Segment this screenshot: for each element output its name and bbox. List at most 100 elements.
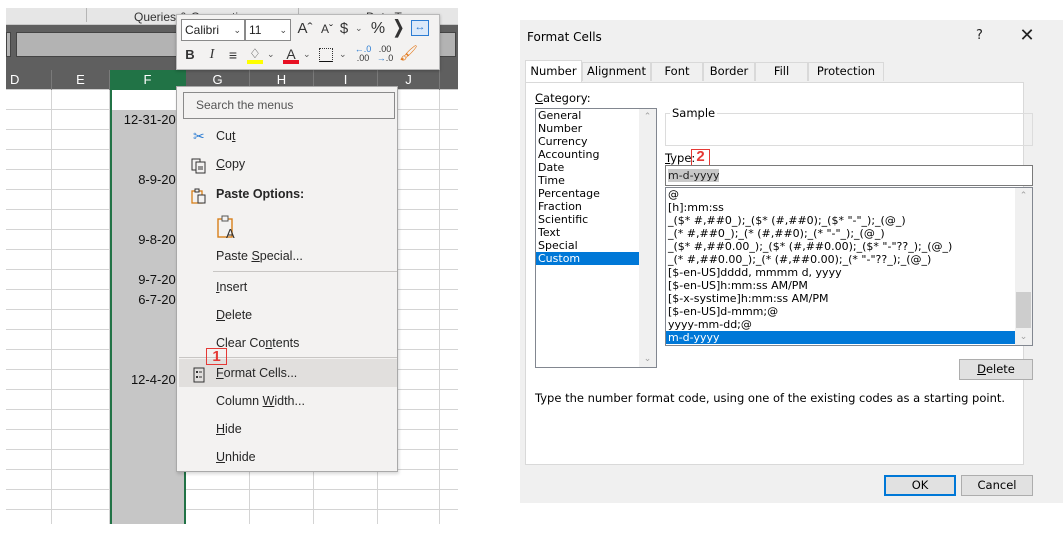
format-painter-icon[interactable]: 🖌 — [399, 44, 418, 64]
cell[interactable] — [440, 150, 458, 170]
cell-f[interactable] — [110, 390, 186, 410]
delete-button[interactable]: Delete — [959, 359, 1033, 380]
category-item[interactable]: Date — [536, 161, 639, 174]
cell[interactable] — [52, 390, 110, 410]
cell[interactable] — [440, 170, 458, 190]
cell[interactable] — [440, 230, 458, 250]
cell-f[interactable] — [110, 190, 186, 210]
format-code-list[interactable]: @ [h]:mm:ss _($* #,##0_);_($* (#,##0);_($*… — [665, 187, 1033, 346]
cell-f[interactable]: 12-4-202 — [110, 370, 186, 390]
cell[interactable] — [52, 490, 110, 510]
cell[interactable] — [52, 410, 110, 430]
decrease-font-size-button[interactable]: Aˇ — [317, 19, 337, 39]
cell[interactable] — [52, 270, 110, 290]
cell[interactable] — [186, 490, 250, 510]
decrease-decimal-icon[interactable]: .00 →.0 — [375, 45, 395, 65]
cell[interactable] — [6, 130, 52, 150]
cell-f[interactable] — [110, 430, 186, 450]
category-item[interactable]: Time — [536, 174, 639, 187]
cell[interactable] — [52, 190, 110, 210]
cell[interactable] — [440, 410, 458, 430]
type-input[interactable]: m-d-yyyy — [665, 165, 1033, 186]
cell[interactable] — [6, 490, 52, 510]
cell[interactable] — [52, 230, 110, 250]
chevron-down-icon[interactable]: ⌄ — [1015, 329, 1032, 345]
category-item[interactable]: Special — [536, 239, 639, 252]
category-list[interactable]: General Number Currency Accounting Date Time P… — [535, 108, 657, 368]
tab-protection[interactable]: Protection — [808, 62, 884, 81]
column-header-e[interactable]: E — [52, 70, 110, 90]
cell-f[interactable]: 9-7-202 — [110, 270, 186, 290]
tab-fill[interactable]: Fill — [755, 62, 808, 81]
format-code-item[interactable]: m-d-yyyy — [666, 331, 1015, 344]
cell[interactable] — [6, 390, 52, 410]
menu-item-paste-special[interactable]: Paste Special... — [179, 242, 397, 270]
column-header-d[interactable]: D — [6, 70, 52, 90]
cell[interactable] — [314, 510, 378, 524]
ok-button[interactable]: OK — [884, 475, 956, 496]
cell[interactable] — [440, 470, 458, 490]
chevron-up-icon[interactable]: ⌃ — [639, 109, 656, 125]
cell-f[interactable] — [110, 130, 186, 150]
cell[interactable] — [6, 510, 52, 524]
cell[interactable] — [6, 410, 52, 430]
cell[interactable] — [6, 150, 52, 170]
cell-f[interactable]: 6-7-202 — [110, 290, 186, 310]
font-name-dropdown[interactable]: Calibri ⌄ — [181, 19, 245, 41]
cell[interactable] — [52, 330, 110, 350]
scrollbar-thumb[interactable] — [1016, 292, 1031, 328]
cell-f[interactable] — [110, 510, 186, 524]
cell[interactable] — [440, 430, 458, 450]
format-code-item[interactable]: [$-en-US]dddd, mmmm d, yyyy — [666, 266, 1015, 279]
cell[interactable] — [6, 190, 52, 210]
chevron-down-icon[interactable]: ⌄ — [355, 19, 363, 39]
menu-item-column-width[interactable]: Column Width... — [179, 387, 397, 415]
cell[interactable] — [6, 350, 52, 370]
cell-f[interactable] — [110, 150, 186, 170]
paste-keep-text-only-icon[interactable]: A — [217, 215, 239, 241]
cell[interactable] — [6, 310, 52, 330]
format-code-item[interactable]: [h]:mm:ss — [666, 201, 1015, 214]
category-item[interactable]: Scientific — [536, 213, 639, 226]
cell[interactable] — [52, 470, 110, 490]
cell[interactable] — [6, 250, 52, 270]
cell[interactable] — [6, 90, 52, 110]
tab-number[interactable]: Number — [525, 60, 582, 82]
font-size-dropdown[interactable]: 11 ⌄ — [245, 19, 291, 41]
cell[interactable] — [52, 290, 110, 310]
cell-f[interactable] — [110, 330, 186, 350]
cell[interactable] — [440, 90, 458, 110]
cell[interactable] — [440, 370, 458, 390]
cell-f[interactable] — [110, 470, 186, 490]
cell[interactable] — [6, 270, 52, 290]
cell[interactable] — [440, 510, 458, 524]
cell-f[interactable]: 12-31-202 — [110, 110, 186, 130]
menu-item-insert[interactable]: Insert — [179, 273, 397, 301]
cell[interactable] — [378, 470, 440, 490]
tab-alignment[interactable]: Alignment — [582, 62, 651, 81]
cell[interactable] — [440, 450, 458, 470]
cell[interactable] — [52, 170, 110, 190]
increase-font-size-button[interactable]: Aˆ — [295, 19, 315, 39]
category-item[interactable]: Percentage — [536, 187, 639, 200]
cell[interactable] — [6, 210, 52, 230]
cell-f[interactable] — [110, 350, 186, 370]
cell-f[interactable] — [110, 250, 186, 270]
cell[interactable] — [440, 290, 458, 310]
category-item[interactable]: Text — [536, 226, 639, 239]
format-code-item[interactable]: [$-x-systime]h:mm:ss AM/PM — [666, 292, 1015, 305]
help-button[interactable]: ? — [976, 28, 983, 43]
cell[interactable] — [6, 170, 52, 190]
chevron-down-icon[interactable]: ⌄ — [639, 351, 656, 367]
cell[interactable] — [52, 310, 110, 330]
format-code-item[interactable]: yyyy-mm-dd;@ — [666, 318, 1015, 331]
fill-color-button[interactable]: ♢ — [247, 44, 263, 64]
cell[interactable] — [52, 210, 110, 230]
cell-f[interactable] — [110, 490, 186, 510]
percent-style-button[interactable]: % — [369, 19, 387, 39]
cell[interactable] — [52, 110, 110, 130]
cell[interactable] — [440, 350, 458, 370]
cell[interactable] — [440, 250, 458, 270]
chevron-up-icon[interactable]: ⌃ — [1015, 188, 1032, 204]
cell[interactable] — [6, 430, 52, 450]
